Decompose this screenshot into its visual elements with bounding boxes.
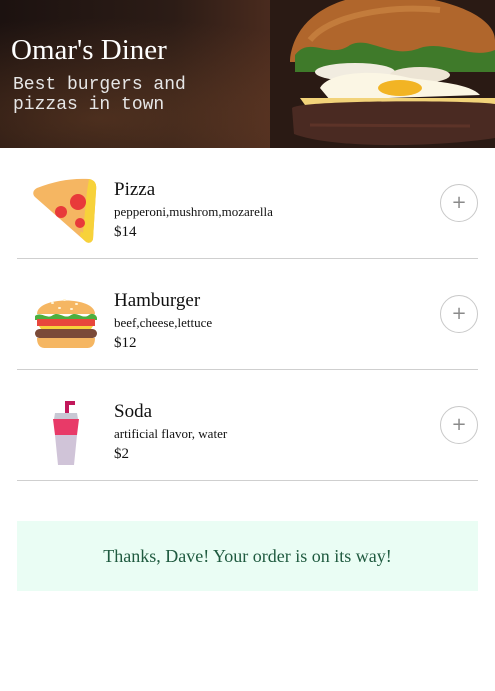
pizza-icon xyxy=(33,178,97,243)
item-price: $14 xyxy=(114,224,137,240)
restaurant-tagline: Best burgers and pizzas in town xyxy=(13,75,186,115)
add-pizza-button[interactable]: + xyxy=(440,184,478,222)
item-name: Hamburger xyxy=(114,290,201,311)
plus-icon: + xyxy=(451,303,467,324)
hero-banner: Omar's Diner Best burgers and pizzas in … xyxy=(0,0,495,148)
menu-item-hamburger: Hamburger beef,cheese,lettuce $12 + xyxy=(17,259,478,370)
burger-photo xyxy=(270,0,495,148)
restaurant-title: Omar's Diner xyxy=(11,34,167,66)
plus-icon: + xyxy=(451,414,467,435)
item-description: artificial flavor, water xyxy=(114,426,228,441)
add-hamburger-button[interactable]: + xyxy=(440,295,478,333)
item-name: Pizza xyxy=(114,179,156,200)
menu-item-pizza: Pizza pepperoni,mushrom,mozarella $14 + xyxy=(17,148,478,259)
item-description: pepperoni,mushrom,mozarella xyxy=(114,204,273,219)
menu-item-soda: Soda artificial flavor, water $2 + xyxy=(17,370,478,481)
item-name: Soda xyxy=(114,401,152,422)
item-price: $2 xyxy=(114,446,129,462)
hamburger-icon xyxy=(35,299,97,348)
add-soda-button[interactable]: + xyxy=(440,406,478,444)
soda-icon xyxy=(53,401,79,465)
order-confirmation-banner: Thanks, Dave! Your order is on its way! xyxy=(17,521,478,591)
menu-list: Pizza pepperoni,mushrom,mozarella $14 + … xyxy=(17,148,478,481)
order-confirmation-message: Thanks, Dave! Your order is on its way! xyxy=(103,545,392,566)
item-description: beef,cheese,lettuce xyxy=(114,315,213,330)
item-price: $12 xyxy=(114,335,137,351)
plus-icon: + xyxy=(451,192,467,213)
